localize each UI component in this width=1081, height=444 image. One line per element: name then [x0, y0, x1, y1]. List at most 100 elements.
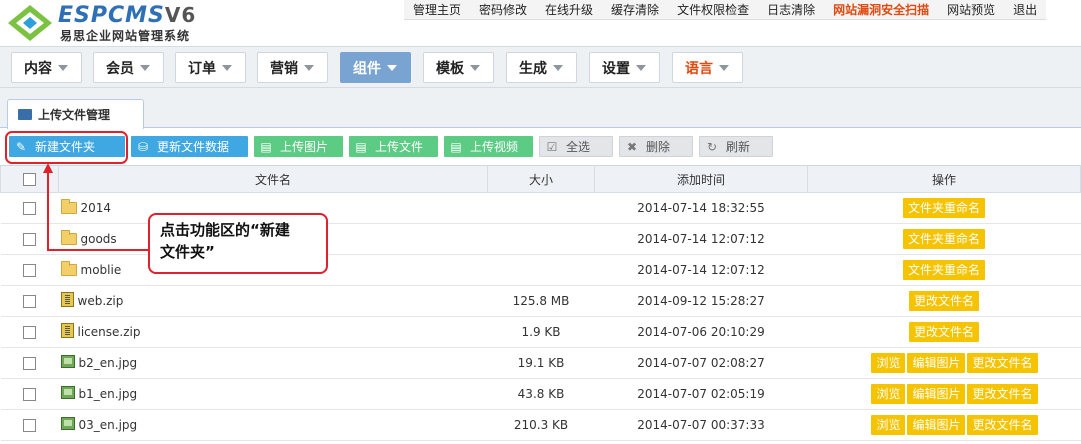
- top-nav: 管理主页 密码修改 在线升级 缓存清除 文件权限检查 日志清除 网站漏洞安全扫描…: [404, 0, 1047, 20]
- file-name[interactable]: license.zip: [78, 325, 141, 339]
- rename-file-button[interactable]: 更改文件名: [908, 322, 979, 342]
- upload-folder-icon: ▤: [450, 139, 462, 154]
- tab-bar: 上传文件管理: [0, 88, 1081, 129]
- row-checkbox[interactable]: [23, 357, 36, 370]
- file-size: 210.3 KB: [487, 409, 595, 441]
- tab-upload-manager[interactable]: 上传文件管理: [7, 99, 144, 129]
- folder-icon: [60, 230, 77, 245]
- row-checkbox[interactable]: [23, 388, 36, 401]
- file-time: 2014-07-07 00:37:33: [594, 409, 808, 441]
- rename-folder-button[interactable]: 文件夹重命名: [902, 198, 985, 218]
- file-time: 2014-07-14 18:32:55: [594, 192, 808, 224]
- header-size[interactable]: 大小: [487, 165, 595, 193]
- folder-icon: [60, 199, 77, 214]
- brand-subtitle: 易思企业网站管理系统: [60, 29, 191, 43]
- edit-image-button[interactable]: 编辑图片: [907, 415, 966, 435]
- rename-file-button[interactable]: 更改文件名: [908, 291, 979, 311]
- file-name[interactable]: web.zip: [78, 294, 124, 308]
- upload-video-button[interactable]: ▤ 上传视频: [444, 136, 533, 157]
- row-checkbox[interactable]: [23, 295, 36, 308]
- topnav-clear-log[interactable]: 日志清除: [758, 0, 824, 19]
- main-nav: 内容 会员 订单 营销 组件 模板 生成 设置 语言: [0, 46, 1081, 88]
- edit-image-button[interactable]: 编辑图片: [907, 384, 966, 404]
- table-row: b2_en.jpg 19.1 KB 2014-07-07 02:08:27 浏览…: [0, 347, 1081, 379]
- browse-button[interactable]: 浏览: [871, 384, 906, 404]
- row-checkbox[interactable]: [23, 419, 36, 432]
- file-name[interactable]: 03_en.jpg: [79, 418, 138, 432]
- browse-button[interactable]: 浏览: [871, 353, 906, 373]
- header-time[interactable]: 添加时间: [594, 165, 808, 193]
- topnav-permission-check[interactable]: 文件权限检查: [668, 0, 758, 19]
- mainnav-content[interactable]: 内容: [11, 52, 82, 83]
- chevron-down-icon: [304, 64, 314, 71]
- file-name[interactable]: b2_en.jpg: [79, 356, 138, 370]
- file-table: 文件名 大小 添加时间 操作 2014 2014-07-14 18:32:55 …: [0, 165, 1081, 441]
- row-checkbox[interactable]: [23, 326, 36, 339]
- brand-name: ESPCMSV6: [58, 3, 197, 28]
- file-name[interactable]: goods: [81, 232, 117, 246]
- row-checkbox[interactable]: [23, 264, 36, 277]
- zip-file-icon: [60, 291, 74, 307]
- delete-button[interactable]: ✖ 删除: [619, 136, 693, 157]
- monitor-icon: [18, 109, 32, 120]
- table-row: web.zip 125.8 MB 2014-09-12 15:28:27 更改文…: [0, 285, 1081, 317]
- rename-file-button[interactable]: 更改文件名: [967, 353, 1038, 373]
- topnav-clear-cache[interactable]: 缓存清除: [602, 0, 668, 19]
- topnav-home[interactable]: 管理主页: [404, 0, 470, 19]
- mainnav-members[interactable]: 会员: [93, 52, 164, 83]
- database-icon: ⛁: [137, 139, 149, 154]
- annotation-highlight: [5, 131, 128, 164]
- annotation-arrow-line: [47, 249, 149, 251]
- file-name[interactable]: moblie: [81, 263, 122, 277]
- refresh-button[interactable]: ↻ 刷新: [699, 136, 773, 157]
- update-data-button[interactable]: ⛁ 更新文件数据: [131, 136, 248, 157]
- mainnav-orders[interactable]: 订单: [175, 52, 246, 83]
- topnav-preview[interactable]: 网站预览: [938, 0, 1004, 19]
- chevron-down-icon: [553, 64, 563, 71]
- espcms-logo-icon: [8, 5, 52, 41]
- select-all-checkbox[interactable]: [23, 173, 36, 186]
- rename-folder-button[interactable]: 文件夹重命名: [902, 260, 985, 280]
- topnav-password[interactable]: 密码修改: [470, 0, 536, 19]
- row-checkbox[interactable]: [23, 202, 36, 215]
- check-icon: ☑: [546, 139, 558, 154]
- file-size: [487, 254, 595, 286]
- topnav-security-scan[interactable]: 网站漏洞安全扫描: [824, 0, 938, 19]
- refresh-icon: ↻: [706, 139, 718, 154]
- mainnav-marketing[interactable]: 营销: [257, 52, 328, 83]
- mainnav-components[interactable]: 组件: [340, 52, 411, 83]
- file-size: 1.9 KB: [487, 316, 595, 348]
- mainnav-generate[interactable]: 生成: [506, 52, 577, 83]
- select-all-button[interactable]: ☑ 全选: [539, 136, 613, 157]
- image-file-icon: [60, 354, 75, 368]
- file-size: 43.8 KB: [487, 378, 595, 410]
- topnav-logout[interactable]: 退出: [1004, 0, 1046, 19]
- table-header-row: 文件名 大小 添加时间 操作: [0, 165, 1081, 193]
- mainnav-templates[interactable]: 模板: [423, 52, 494, 83]
- browse-button[interactable]: 浏览: [871, 415, 906, 435]
- upload-folder-icon: ▤: [355, 139, 367, 154]
- file-name[interactable]: 2014: [81, 201, 112, 215]
- rename-folder-button[interactable]: 文件夹重命名: [902, 229, 985, 249]
- topnav-upgrade[interactable]: 在线升级: [536, 0, 602, 19]
- image-file-icon: [60, 416, 75, 430]
- toolbar: ✎ 新建文件夹 ⛁ 更新文件数据 ▤ 上传图片 ▤ 上传文件 ▤ 上传视频 ☑ 全选 ✖ 删除…: [0, 129, 1081, 165]
- upload-file-button[interactable]: ▤ 上传文件: [349, 136, 438, 157]
- chevron-down-icon: [719, 64, 729, 71]
- header-filename[interactable]: 文件名: [58, 165, 488, 193]
- file-time: 2014-07-14 12:07:12: [594, 223, 808, 255]
- rename-file-button[interactable]: 更改文件名: [967, 384, 1038, 404]
- mainnav-language[interactable]: 语言: [672, 52, 743, 83]
- file-name[interactable]: b1_en.jpg: [79, 387, 138, 401]
- file-size: [487, 192, 595, 224]
- close-icon: ✖: [626, 139, 638, 154]
- rename-file-button[interactable]: 更改文件名: [967, 415, 1038, 435]
- table-row: b1_en.jpg 43.8 KB 2014-07-07 02:05:19 浏览…: [0, 378, 1081, 410]
- edit-image-button[interactable]: 编辑图片: [907, 353, 966, 373]
- row-checkbox[interactable]: [23, 233, 36, 246]
- zip-file-icon: [60, 322, 74, 338]
- table-row: license.zip 1.9 KB 2014-07-06 20:10:29 更…: [0, 316, 1081, 348]
- upload-image-button[interactable]: ▤ 上传图片: [254, 136, 343, 157]
- mainnav-settings[interactable]: 设置: [589, 52, 660, 83]
- file-size: 125.8 MB: [487, 285, 595, 317]
